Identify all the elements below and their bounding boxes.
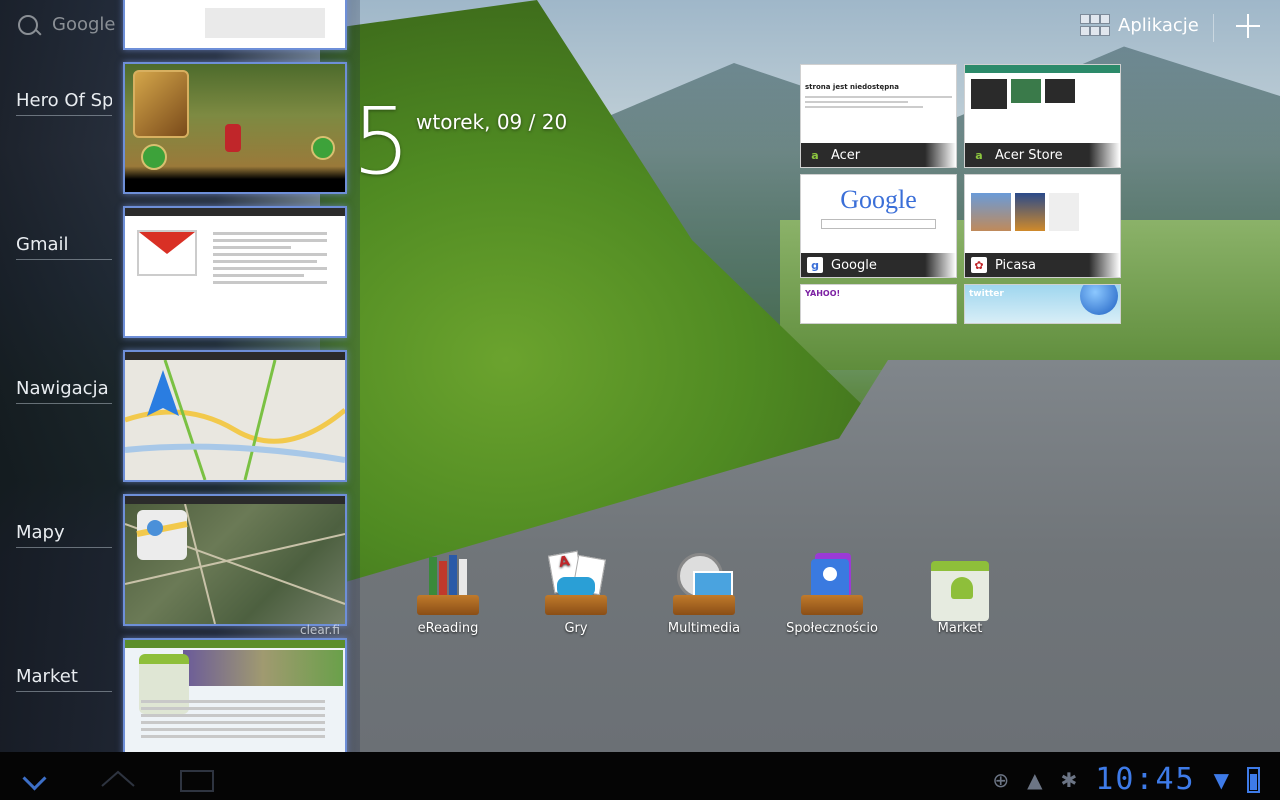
bookmark-label: Acer bbox=[831, 147, 861, 163]
recent-app-thumbnail[interactable] bbox=[123, 62, 347, 194]
top-bar-divider bbox=[1213, 14, 1214, 42]
recent-app-label: Market bbox=[16, 666, 112, 692]
recent-app-gmail[interactable]: Gmail bbox=[0, 206, 350, 338]
google-logo: Google bbox=[840, 185, 917, 214]
recent-apps-button[interactable] bbox=[180, 770, 214, 792]
recent-app-hero[interactable]: Hero Of Spa bbox=[0, 62, 350, 194]
bookmark-header: strona jest niedostępna bbox=[805, 83, 899, 91]
wifi-icon: ▼ bbox=[1213, 767, 1229, 792]
bookmark-acer-store[interactable]: a Acer Store bbox=[964, 64, 1121, 168]
bookmark-label: Picasa bbox=[995, 257, 1037, 273]
status-time: 10:45 bbox=[1095, 762, 1196, 797]
recent-apps-panel: Hero Of Spa Gmail bbox=[0, 0, 350, 770]
google-icon: g bbox=[807, 257, 823, 273]
recent-app-navigation[interactable]: Nawigacja bbox=[0, 350, 350, 482]
bookmark-label: Google bbox=[831, 257, 877, 273]
app-label: Market bbox=[937, 621, 983, 636]
recent-app-thumbnail[interactable] bbox=[123, 494, 347, 626]
app-games[interactable]: A Gry bbox=[521, 550, 631, 636]
home-screen: Google Hero Of Spa Gmail bbox=[0, 0, 1280, 800]
recent-app-thumbnail[interactable] bbox=[123, 638, 347, 770]
app-social[interactable]: Społecznościo bbox=[777, 553, 887, 636]
app-multimedia[interactable]: Multimedia bbox=[649, 553, 759, 636]
recent-app-thumbnail[interactable] bbox=[123, 350, 347, 482]
apps-grid-icon bbox=[1080, 14, 1110, 36]
app-label: Gry bbox=[564, 621, 588, 636]
picasa-icon: ✿ bbox=[971, 257, 987, 273]
app-label: Społecznościo bbox=[786, 621, 878, 636]
battery-icon bbox=[1247, 766, 1260, 793]
yahoo-logo: YAHOO! bbox=[805, 289, 841, 298]
all-apps-label: Aplikacje bbox=[1118, 14, 1199, 36]
clock-digit: 5 bbox=[352, 88, 411, 195]
bookmarks-widget: strona jest niedostępna a Acer a Acer St… bbox=[798, 62, 1122, 324]
acer-icon: a bbox=[811, 148, 819, 162]
recent-app-thumbnail[interactable] bbox=[123, 206, 347, 338]
recent-app-maps[interactable]: Mapy bbox=[0, 494, 350, 626]
multimedia-icon bbox=[673, 553, 735, 615]
recent-app-market[interactable]: Market bbox=[0, 638, 350, 770]
home-button[interactable] bbox=[100, 768, 136, 788]
bookmark-acer[interactable]: strona jest niedostępna a Acer bbox=[800, 64, 957, 168]
books-icon bbox=[417, 553, 479, 615]
recent-app-label: Nawigacja bbox=[16, 378, 112, 404]
recent-app-label: Mapy bbox=[16, 522, 112, 548]
add-icon[interactable] bbox=[1236, 14, 1260, 38]
date-label[interactable]: wtorek, 09 / 20 bbox=[416, 110, 567, 134]
globe-icon bbox=[1080, 285, 1118, 315]
social-icon bbox=[801, 553, 863, 615]
bookmark-yahoo[interactable]: YAHOO! bbox=[800, 284, 957, 324]
status-area[interactable]: ⊕ ▲ ✱ 10:45 ▼ bbox=[992, 762, 1260, 797]
acer-icon: a bbox=[975, 148, 983, 162]
gps-icon: ⊕ bbox=[992, 767, 1010, 792]
recent-app-label: Gmail bbox=[16, 234, 112, 260]
all-apps-button[interactable]: Aplikacje bbox=[1080, 14, 1199, 36]
market-icon bbox=[929, 553, 991, 621]
bookmark-google[interactable]: Google g Google bbox=[800, 174, 957, 278]
bookmark-twitter[interactable]: twitter bbox=[964, 284, 1121, 324]
games-icon: A bbox=[545, 550, 607, 615]
watermark: clear.fi bbox=[300, 623, 340, 637]
bookmark-label: Acer Store bbox=[995, 147, 1063, 163]
navigation-arrow-icon: ▲ bbox=[1027, 767, 1043, 792]
app-market[interactable]: Market bbox=[905, 553, 1015, 636]
app-label: Multimedia bbox=[667, 621, 741, 636]
app-label: eReading bbox=[417, 621, 479, 636]
usb-debug-icon: ✱ bbox=[1060, 767, 1078, 792]
back-button[interactable] bbox=[22, 770, 54, 784]
bookmark-picasa[interactable]: ✿ Picasa bbox=[964, 174, 1121, 278]
recent-app-label: Hero Of Spa bbox=[16, 90, 112, 116]
app-ereading[interactable]: eReading bbox=[393, 553, 503, 636]
recent-thumb-top[interactable] bbox=[123, 0, 347, 50]
